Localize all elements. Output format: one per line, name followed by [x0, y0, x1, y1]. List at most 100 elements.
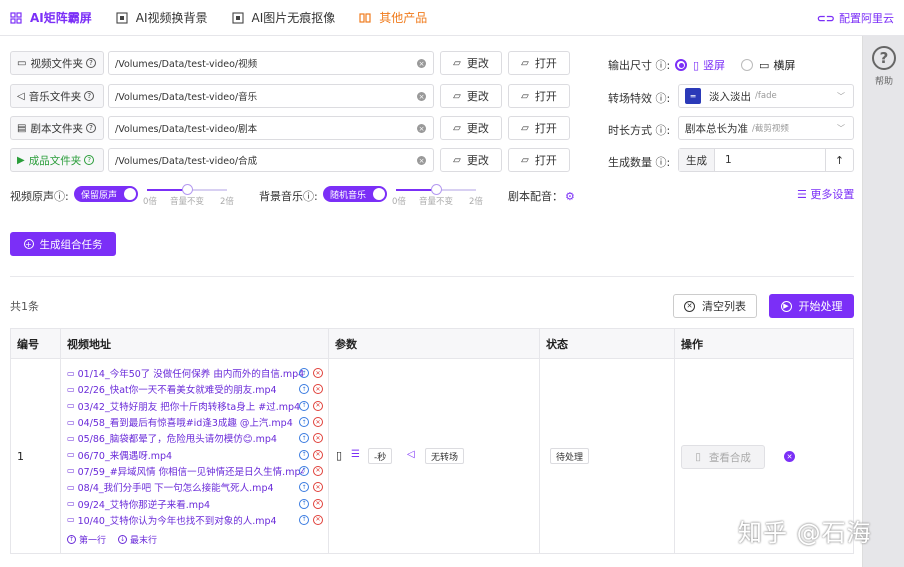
folder-label: ◁ 音乐文件夹 ? [10, 84, 104, 108]
video-name[interactable]: 05/86_脑袋都晕了，危险甩头请勿模仿😊.mp4 [78, 431, 304, 445]
gear-icon[interactable]: ⚙ [565, 190, 575, 203]
open-folder-button[interactable]: ▱ 打开 [508, 84, 570, 108]
move-up-icon[interactable]: ↑ [299, 368, 309, 379]
duration-select[interactable]: 剧本总长为准 /截剪视频 ﹀ [678, 116, 854, 140]
tab-other-products[interactable]: 其他产品 [359, 0, 427, 36]
video-name[interactable]: 03/42_艾特好朋友 把你十斤肉转移ta身上 #过.mp4 [78, 399, 304, 413]
folder-path-input[interactable]: /Volumes/Data/test-video/视频 × [108, 51, 434, 75]
clear-icon[interactable]: × [417, 59, 426, 68]
remove-icon[interactable]: ✕ [313, 433, 323, 444]
folder-path-text: /Volumes/Data/test-video/视频 [115, 59, 258, 70]
open-folder-button[interactable]: ▱ 打开 [508, 51, 570, 75]
random-music-toggle[interactable]: 随机音乐 [323, 186, 387, 202]
remove-icon[interactable]: ✕ [313, 368, 323, 379]
bgm-volume-slider[interactable] [396, 184, 476, 195]
remove-task-icon[interactable]: ✕ [784, 451, 795, 462]
help-question-icon[interactable]: ? [84, 155, 95, 165]
video-name[interactable]: 01/14_今年50了 没做任何保养 由内而外的自信.mp4 [78, 366, 304, 380]
move-up-icon[interactable]: ↑ [299, 449, 309, 460]
toggle-knob [124, 188, 136, 200]
landscape-radio[interactable]: ▭ 横屏 [741, 57, 795, 73]
change-folder-button[interactable]: ▱ 更改 [440, 84, 502, 108]
move-up-icon[interactable]: ↑ [299, 433, 309, 444]
video-name[interactable]: 04/58_看到最后有惊喜哦#id逢3成趣 @上汽.mp4 [78, 415, 304, 429]
video-list-item[interactable]: ▭ 10/40_艾特你认为今年也找不到对象的人.mp4 ↑ ✕ [67, 512, 329, 528]
video-list-item[interactable]: ▭ 08/4_我们分手吧 下一句怎么接能气死人.mp4 ↑ ✕ [67, 479, 329, 495]
fade-icon: ═ [685, 88, 701, 104]
folder-path-input[interactable]: /Volumes/Data/test-video/合成 × [108, 148, 434, 172]
help-question-icon[interactable]: ? [85, 123, 96, 133]
remove-icon[interactable]: ✕ [313, 384, 323, 395]
arrow-up-icon[interactable]: ↑ [825, 149, 853, 171]
folder-path-input[interactable]: /Volumes/Data/test-video/音乐 × [108, 84, 434, 108]
remove-icon[interactable]: ✕ [313, 417, 323, 428]
transition-select[interactable]: ═ 淡入淡出 /fade ﹀ [678, 84, 854, 108]
video-list-item[interactable]: ▭ 02/26_快at你一天不看美女就难受的朋友.mp4 ↑ ✕ [67, 381, 329, 397]
remove-icon[interactable]: ✕ [313, 465, 323, 476]
change-folder-button[interactable]: ▱ 更改 [440, 116, 502, 140]
config-aliyun-link[interactable]: ⊂⊃ 配置阿里云 [817, 0, 894, 36]
folder-row-output: ▶ 成品文件夹 ? /Volumes/Data/test-video/合成 × … [10, 148, 570, 172]
video-name[interactable]: 07/59_#异域风情 你相信一见钟情还是日久生情.mp4 [78, 464, 304, 478]
video-list-item[interactable]: ▭ 06/70_来偶遇呀.mp4 ↑ ✕ [67, 446, 329, 462]
last-row-link[interactable]: ↓ 最末行 [118, 533, 157, 546]
first-row-link[interactable]: ↑ 第一行 [67, 533, 106, 546]
button-label: 查看合成 [708, 451, 751, 464]
more-settings-link[interactable]: ☰ 更多设置 [797, 186, 854, 202]
tab-video-background[interactable]: AI视频换背景 [116, 0, 208, 36]
video-name[interactable]: 06/70_来偶遇呀.mp4 [78, 448, 304, 462]
video-list-item[interactable]: ▭ 01/14_今年50了 没做任何保养 由内而外的自信.mp4 ↑ ✕ [67, 365, 329, 381]
video-list-item[interactable]: ▭ 09/24_艾特你那逆子来看.mp4 ↑ ✕ [67, 495, 329, 511]
tab-ai-matrix[interactable]: AI矩阵霸屏 [10, 0, 92, 36]
move-up-icon[interactable]: ↑ [299, 498, 309, 509]
video-list-item[interactable]: ▭ 03/42_艾特好朋友 把你十斤肉转移ta身上 #过.mp4 ↑ ✕ [67, 398, 329, 414]
generate-task-button[interactable]: + 生成组合任务 [10, 232, 116, 256]
folder-icon: ▱ [453, 57, 461, 69]
portrait-radio[interactable]: ▯ 竖屏 [675, 57, 725, 73]
move-up-icon[interactable]: ↑ [299, 400, 309, 411]
video-list-item[interactable]: ▭ 05/86_脑袋都晕了，危险甩头请勿模仿😊.mp4 ↑ ✕ [67, 430, 329, 446]
move-up-icon[interactable]: ↑ [299, 514, 309, 525]
move-up-icon[interactable]: ↑ [299, 465, 309, 476]
original-volume-slider[interactable] [147, 184, 227, 195]
clear-icon[interactable]: × [417, 124, 426, 133]
help-icon[interactable]: ? [872, 46, 896, 70]
move-up-icon[interactable]: ↑ [299, 417, 309, 428]
select-sub: /fade [755, 91, 777, 101]
clear-icon[interactable]: × [417, 92, 426, 101]
clear-icon[interactable]: × [417, 156, 426, 165]
remove-icon[interactable]: ✕ [313, 482, 323, 493]
change-folder-button[interactable]: ▱ 更改 [440, 51, 502, 75]
speaker-icon: ◁ [407, 449, 415, 460]
video-name[interactable]: 02/26_快at你一天不看美女就难受的朋友.mp4 [78, 382, 304, 396]
clear-list-button[interactable]: ✕ 清空列表 [673, 294, 757, 318]
start-processing-button[interactable]: ▶ 开始处理 [769, 294, 854, 318]
help-question-icon[interactable]: ? [84, 91, 95, 101]
video-name[interactable]: 08/4_我们分手吧 下一句怎么接能气死人.mp4 [78, 480, 304, 494]
count-input[interactable]: 生成 1 ↑ [678, 148, 854, 172]
change-folder-button[interactable]: ▱ 更改 [440, 148, 502, 172]
video-list-item[interactable]: ▭ 04/58_看到最后有惊喜哦#id逢3成趣 @上汽.mp4 ↑ ✕ [67, 414, 329, 430]
tab-image-cutout[interactable]: AI图片无痕抠像 [231, 0, 335, 36]
remove-icon[interactable]: ✕ [313, 400, 323, 411]
move-up-icon[interactable]: ↑ [299, 482, 309, 493]
keep-original-toggle[interactable]: 保留原声 [74, 186, 138, 202]
remove-icon[interactable]: ✕ [313, 449, 323, 460]
slider-thumb[interactable] [431, 184, 442, 195]
help-question-icon[interactable]: ? [85, 58, 96, 68]
remove-icon[interactable]: ✕ [313, 514, 323, 525]
slider-thumb[interactable] [182, 184, 193, 195]
move-up-icon[interactable]: ↑ [299, 384, 309, 395]
video-file-icon: ▭ [67, 499, 75, 509]
count-value: 1 [725, 154, 732, 166]
open-folder-button[interactable]: ▱ 打开 [508, 116, 570, 140]
remove-icon[interactable]: ✕ [313, 498, 323, 509]
open-folder-button[interactable]: ▱ 打开 [508, 148, 570, 172]
folder-row-music: ◁ 音乐文件夹 ? /Volumes/Data/test-video/音乐 × … [10, 84, 570, 108]
video-name[interactable]: 09/24_艾特你那逆子来看.mp4 [78, 497, 304, 511]
video-name[interactable]: 10/40_艾特你认为今年也找不到对象的人.mp4 [78, 513, 304, 527]
video-list-item[interactable]: ▭ 07/59_#异域风情 你相信一见钟情还是日久生情.mp4 ↑ ✕ [67, 463, 329, 479]
video-file-icon: ▭ [67, 384, 75, 394]
folder-path-input[interactable]: /Volumes/Data/test-video/剧本 × [108, 116, 434, 140]
view-output-button[interactable]: ▯ 查看合成 [681, 445, 765, 469]
